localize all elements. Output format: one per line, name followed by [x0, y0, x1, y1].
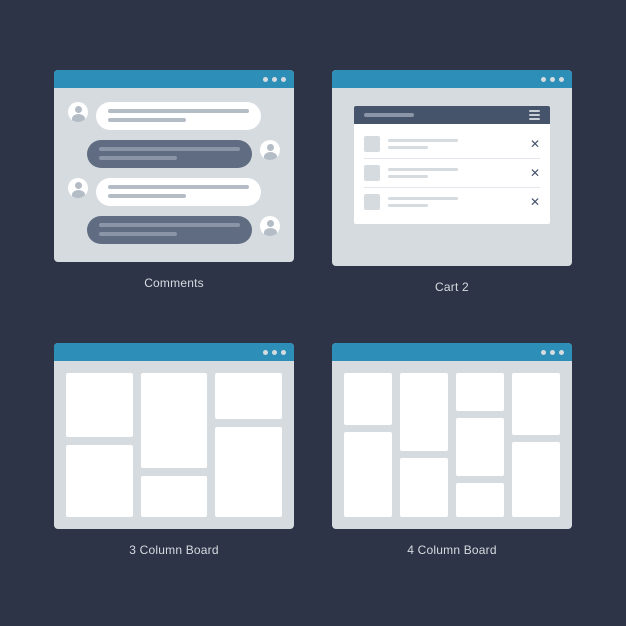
message-bubble: [96, 178, 261, 206]
window-control-dot: [550, 77, 555, 82]
cart-item: ✕: [364, 130, 540, 159]
avatar-icon: [260, 216, 280, 236]
menu-icon[interactable]: [529, 110, 540, 120]
cart-body: ✕ ✕ ✕: [332, 88, 572, 246]
board-tile[interactable]: [215, 427, 282, 517]
remove-icon[interactable]: ✕: [530, 137, 540, 151]
cart-header: [354, 106, 550, 124]
board4-wireframe: 4 Column Board: [328, 343, 576, 576]
window-control-dot: [281, 350, 286, 355]
cart-item: ✕: [364, 159, 540, 188]
board3-window: [54, 343, 294, 529]
board-column: [344, 373, 392, 517]
window-titlebar: [332, 70, 572, 88]
item-text: [388, 139, 522, 149]
message-row-left: [68, 178, 280, 206]
board-body: [54, 361, 294, 529]
cart-title-placeholder: [364, 113, 414, 117]
board-column: [400, 373, 448, 517]
board-body: [332, 361, 572, 529]
comments-body: [54, 88, 294, 262]
avatar-icon: [68, 178, 88, 198]
comments-wireframe: Comments: [50, 70, 298, 303]
cart-card: ✕ ✕ ✕: [354, 106, 550, 224]
window-control-dot: [541, 77, 546, 82]
board-tile[interactable]: [66, 445, 133, 517]
board4-window: [332, 343, 572, 529]
avatar-icon: [68, 102, 88, 122]
board-tile[interactable]: [456, 418, 504, 476]
board-tile[interactable]: [400, 458, 448, 517]
board-tile[interactable]: [215, 373, 282, 419]
cart-list: ✕ ✕ ✕: [354, 124, 550, 224]
window-control-dot: [281, 77, 286, 82]
item-text: [388, 197, 522, 207]
board-column: [141, 373, 208, 517]
board-column: [512, 373, 560, 517]
window-control-dot: [272, 350, 277, 355]
message-row-left: [68, 102, 280, 130]
comments-window: [54, 70, 294, 262]
message-row-right: [68, 216, 280, 244]
board-tile[interactable]: [512, 442, 560, 517]
board-tile[interactable]: [456, 483, 504, 517]
board-tile[interactable]: [400, 373, 448, 451]
window-control-dot: [550, 350, 555, 355]
avatar-icon: [260, 140, 280, 160]
cart-wireframe: ✕ ✕ ✕ Cart 2: [328, 70, 576, 303]
window-control-dot: [559, 77, 564, 82]
board-column: [66, 373, 133, 517]
cart-item: ✕: [364, 188, 540, 216]
window-titlebar: [54, 70, 294, 88]
message-bubble: [87, 216, 252, 244]
item-text: [388, 168, 522, 178]
window-control-dot: [541, 350, 546, 355]
remove-icon[interactable]: ✕: [530, 166, 540, 180]
remove-icon[interactable]: ✕: [530, 195, 540, 209]
board-column: [456, 373, 504, 517]
board-tile[interactable]: [456, 373, 504, 411]
board-column: [215, 373, 282, 517]
item-thumbnail: [364, 165, 380, 181]
window-control-dot: [263, 350, 268, 355]
board-tile[interactable]: [512, 373, 560, 435]
item-thumbnail: [364, 136, 380, 152]
window-control-dot: [263, 77, 268, 82]
board-tile[interactable]: [344, 432, 392, 517]
wireframe-label: 4 Column Board: [407, 543, 497, 557]
board-tile[interactable]: [66, 373, 133, 437]
window-titlebar: [332, 343, 572, 361]
cart-window: ✕ ✕ ✕: [332, 70, 572, 266]
message-bubble: [96, 102, 261, 130]
board-tile[interactable]: [344, 373, 392, 425]
message-bubble: [87, 140, 252, 168]
message-row-right: [68, 140, 280, 168]
board-tile[interactable]: [141, 373, 208, 468]
item-thumbnail: [364, 194, 380, 210]
window-control-dot: [559, 350, 564, 355]
wireframe-label: Comments: [144, 276, 204, 290]
wireframe-label: Cart 2: [435, 280, 469, 294]
window-titlebar: [54, 343, 294, 361]
board-tile[interactable]: [141, 476, 208, 517]
wireframe-label: 3 Column Board: [129, 543, 219, 557]
window-control-dot: [272, 77, 277, 82]
board3-wireframe: 3 Column Board: [50, 343, 298, 576]
